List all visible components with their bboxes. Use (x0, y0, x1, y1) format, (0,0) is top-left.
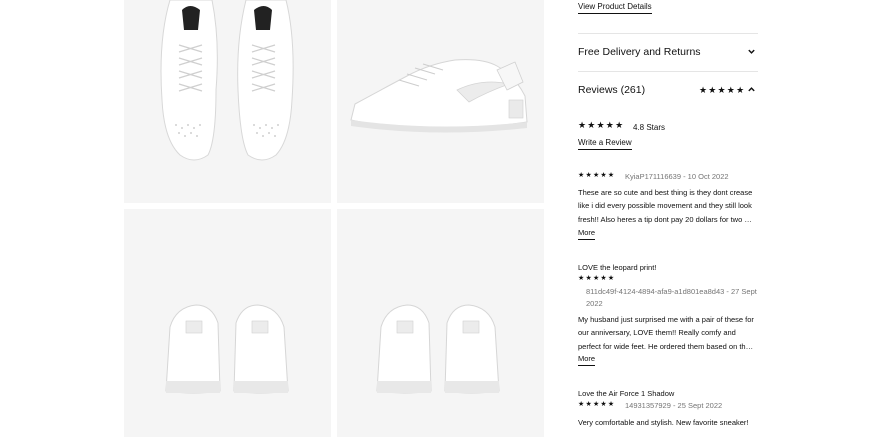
sneaker-back-view-illustration (165, 304, 289, 394)
product-image-back-view-alt[interactable] (337, 209, 544, 437)
review-meta: KyiaP171116639 - 10 Oct 2022 (625, 172, 729, 181)
product-image-top-view[interactable] (124, 0, 331, 203)
sneaker-top-view-illustration (160, 0, 294, 161)
rating-summary-stars: ★★★★★ (578, 120, 625, 130)
product-image-back-view[interactable] (124, 209, 331, 437)
review-body: These are so cute and best thing is they… (578, 188, 753, 224)
review-title: LOVE the leopard print! (578, 263, 657, 272)
write-review-link[interactable]: Write a Review (578, 138, 632, 150)
divider (578, 71, 758, 72)
review-more-link[interactable]: More (578, 228, 596, 240)
chevron-down-icon[interactable] (747, 47, 756, 58)
chevron-up-icon[interactable] (747, 85, 756, 96)
view-product-details-link[interactable]: View Product Details (578, 2, 652, 14)
reviews-header-stars: ★★★★★ (699, 85, 746, 95)
review-body: Very comfortable and stylish. New favori… (578, 418, 749, 427)
divider (578, 33, 758, 34)
product-info-panel: View Product Details Free Delivery and R… (578, 0, 758, 437)
review-body: My husband just surprised me with a pair… (578, 315, 754, 351)
delivery-title: Free Delivery and Returns (578, 46, 701, 58)
sneaker-side-view-illustration (350, 59, 528, 133)
review-stars: ★★★★★ (578, 172, 616, 179)
review-meta: 811dc49f-4124-4894-afa9-a1d801ea8d43 - 2… (586, 287, 757, 308)
product-image-side-view[interactable] (337, 0, 544, 203)
review-title: Love the Air Force 1 Shadow (578, 389, 675, 398)
review-stars: ★★★★★ (578, 275, 616, 282)
review-stars: ★★★★★ (578, 401, 616, 408)
sneaker-back-view-alt-illustration (376, 304, 500, 394)
reviews-title: Reviews (261) (578, 84, 646, 96)
review-meta: 14931357929 - 25 Sept 2022 (625, 401, 723, 410)
rating-text: 4.8 Stars (633, 123, 666, 132)
review-more-link[interactable]: More (578, 354, 596, 366)
